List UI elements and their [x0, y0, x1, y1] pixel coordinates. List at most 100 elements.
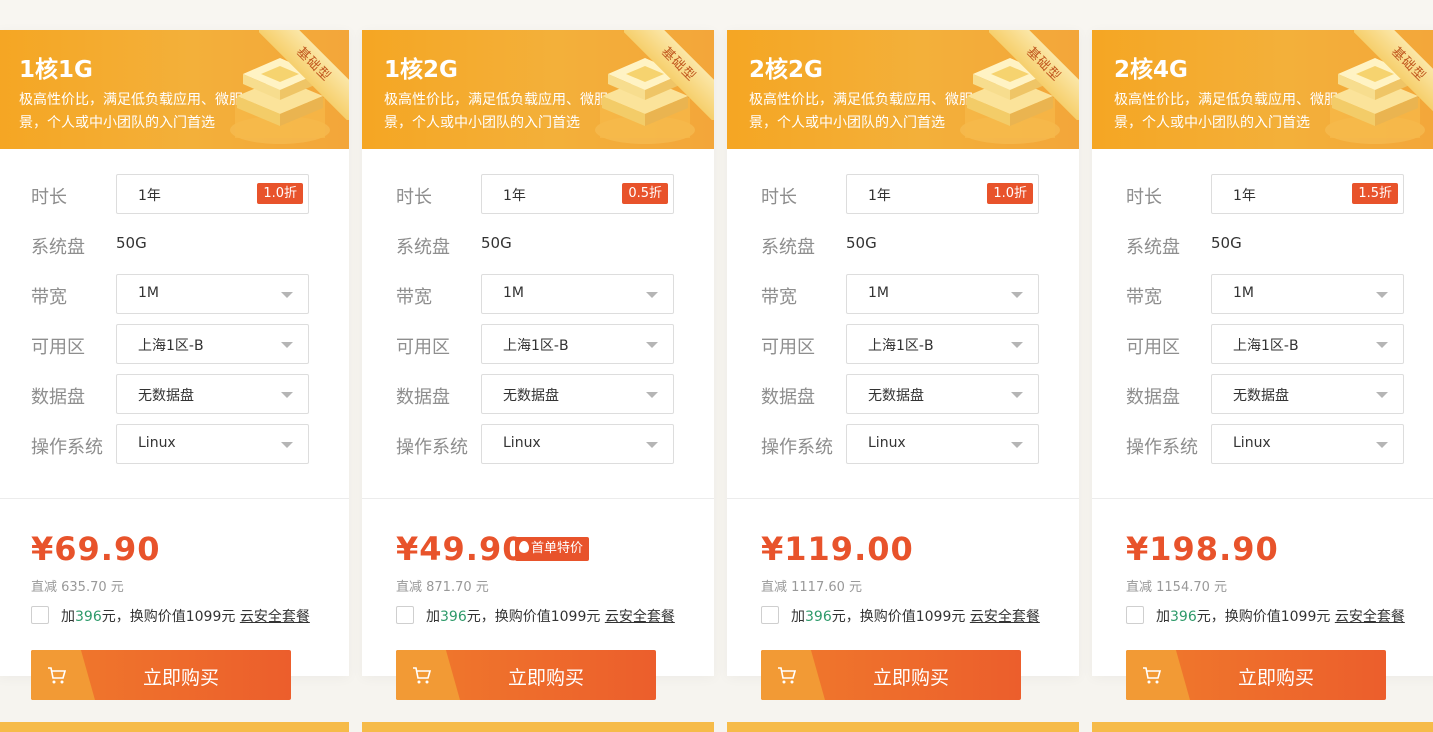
- buy-now-button[interactable]: 立即购买: [396, 650, 656, 700]
- addon-text: 加396元，换购价值1099元 云安全套餐: [791, 606, 1040, 626]
- chevron-down-icon: [281, 442, 293, 448]
- addon-checkbox[interactable]: [761, 606, 779, 624]
- zone-select[interactable]: 上海1区-B: [116, 324, 309, 364]
- addon-text: 加396元，换购价值1099元 云安全套餐: [426, 606, 675, 626]
- os-select[interactable]: Linux: [481, 424, 674, 464]
- zone-value: 上海1区-B: [868, 338, 934, 354]
- buy-now-button[interactable]: 立即购买: [31, 650, 291, 700]
- price: ¥198.90: [1126, 530, 1279, 568]
- addon-prefix: 加: [1156, 609, 1170, 625]
- cart-icon: [778, 667, 797, 684]
- product-card: 2核2G 极高性价比，满足低负载应用、微服务等业务场景，个人或中小团队的入门首选…: [727, 30, 1079, 700]
- os-value: Linux: [503, 435, 541, 451]
- ribbon-label: 基础型: [1354, 30, 1433, 120]
- addon-checkbox[interactable]: [1126, 606, 1144, 624]
- saving-text: 直减 1117.60 元: [761, 580, 863, 595]
- addon-amount: 396: [440, 609, 467, 625]
- addon-mid: 元，换购价值1099元: [1196, 609, 1331, 625]
- cart-icon: [1143, 667, 1162, 684]
- addon-checkbox[interactable]: [31, 606, 49, 624]
- bandwidth-select[interactable]: 1M: [846, 274, 1039, 314]
- bandwidth-label: 带宽: [31, 287, 67, 308]
- saving-text: 直减 1154.70 元: [1126, 580, 1228, 595]
- os-select[interactable]: Linux: [1211, 424, 1404, 464]
- bandwidth-select[interactable]: 1M: [481, 274, 674, 314]
- duration-value: 1年: [868, 188, 891, 204]
- bandwidth-select[interactable]: 1M: [1211, 274, 1404, 314]
- data-disk-select[interactable]: 无数据盘: [481, 374, 674, 414]
- zone-select[interactable]: 上海1区-B: [846, 324, 1039, 364]
- os-select[interactable]: Linux: [116, 424, 309, 464]
- ribbon-label: 基础型: [624, 30, 714, 120]
- cart-icon: [413, 667, 432, 684]
- duration-value: 1年: [1233, 188, 1256, 204]
- duration-label: 时长: [761, 187, 797, 208]
- data-disk-select[interactable]: 无数据盘: [846, 374, 1039, 414]
- chevron-down-icon: [646, 392, 658, 398]
- system-disk-label: 系统盘: [1126, 237, 1180, 258]
- duration-select[interactable]: 1年 0.5折: [481, 174, 674, 214]
- chevron-down-icon: [1011, 442, 1023, 448]
- zone-label: 可用区: [396, 337, 450, 358]
- card-header: 2核4G 极高性价比，满足低负载应用、微服务等业务场景，个人或中小团队的入门首选…: [1092, 30, 1433, 149]
- bandwidth-value: 1M: [1233, 285, 1254, 301]
- next-card-strip: [727, 722, 1079, 732]
- data-disk-value: 无数据盘: [868, 388, 924, 404]
- duration-select[interactable]: 1年 1.5折: [1211, 174, 1404, 214]
- ribbon-badge: 基础型: [1354, 30, 1433, 120]
- security-package-link[interactable]: 云安全套餐: [240, 609, 310, 625]
- os-label: 操作系统: [396, 437, 468, 458]
- addon-checkbox[interactable]: [396, 606, 414, 624]
- addon-text: 加396元，换购价值1099元 云安全套餐: [1156, 606, 1405, 626]
- saving-text: 直减 635.70 元: [31, 580, 124, 595]
- zone-label: 可用区: [761, 337, 815, 358]
- buy-now-label: 立即购买: [872, 667, 949, 689]
- system-disk-label: 系统盘: [31, 237, 85, 258]
- bandwidth-label: 带宽: [396, 287, 432, 308]
- divider: [1092, 498, 1433, 499]
- addon-text: 加396元，换购价值1099元 云安全套餐: [61, 606, 310, 626]
- chevron-down-icon: [281, 342, 293, 348]
- buy-now-button[interactable]: 立即购买: [761, 650, 1021, 700]
- bandwidth-value: 1M: [868, 285, 889, 301]
- duration-label: 时长: [396, 187, 432, 208]
- saving-text: 直减 871.70 元: [396, 580, 489, 595]
- bandwidth-label: 带宽: [1126, 287, 1162, 308]
- divider: [362, 498, 714, 499]
- addon-mid: 元，换购价值1099元: [101, 609, 236, 625]
- flame-icon: [519, 541, 529, 553]
- system-disk-value: 50G: [481, 234, 512, 252]
- addon-prefix: 加: [61, 609, 75, 625]
- addon-amount: 396: [1170, 609, 1197, 625]
- ribbon-label: 基础型: [259, 30, 349, 120]
- chevron-down-icon: [1376, 292, 1388, 298]
- security-package-link[interactable]: 云安全套餐: [970, 609, 1040, 625]
- chevron-down-icon: [646, 442, 658, 448]
- next-card-strip: [0, 722, 349, 732]
- data-disk-select[interactable]: 无数据盘: [1211, 374, 1404, 414]
- data-disk-select[interactable]: 无数据盘: [116, 374, 309, 414]
- zone-label: 可用区: [1126, 337, 1180, 358]
- os-select[interactable]: Linux: [846, 424, 1039, 464]
- zone-select[interactable]: 上海1区-B: [1211, 324, 1404, 364]
- bandwidth-value: 1M: [503, 285, 524, 301]
- card-header: 2核2G 极高性价比，满足低负载应用、微服务等业务场景，个人或中小团队的入门首选…: [727, 30, 1079, 149]
- data-disk-value: 无数据盘: [503, 388, 559, 404]
- duration-select[interactable]: 1年 1.0折: [116, 174, 309, 214]
- security-package-link[interactable]: 云安全套餐: [1335, 609, 1405, 625]
- zone-select[interactable]: 上海1区-B: [481, 324, 674, 364]
- buy-now-label: 立即购买: [507, 667, 584, 689]
- bandwidth-select[interactable]: 1M: [116, 274, 309, 314]
- buy-now-button[interactable]: 立即购买: [1126, 650, 1386, 700]
- addon-prefix: 加: [426, 609, 440, 625]
- buy-now-label: 立即购买: [1237, 667, 1314, 689]
- chevron-down-icon: [1376, 442, 1388, 448]
- card-title: 1核2G: [384, 57, 458, 83]
- system-disk-label: 系统盘: [396, 237, 450, 258]
- ribbon-badge: 基础型: [624, 30, 714, 120]
- discount-badge: 1.0折: [987, 183, 1033, 204]
- cart-icon: [48, 667, 67, 684]
- price: ¥49.90: [396, 530, 526, 568]
- duration-select[interactable]: 1年 1.0折: [846, 174, 1039, 214]
- security-package-link[interactable]: 云安全套餐: [605, 609, 675, 625]
